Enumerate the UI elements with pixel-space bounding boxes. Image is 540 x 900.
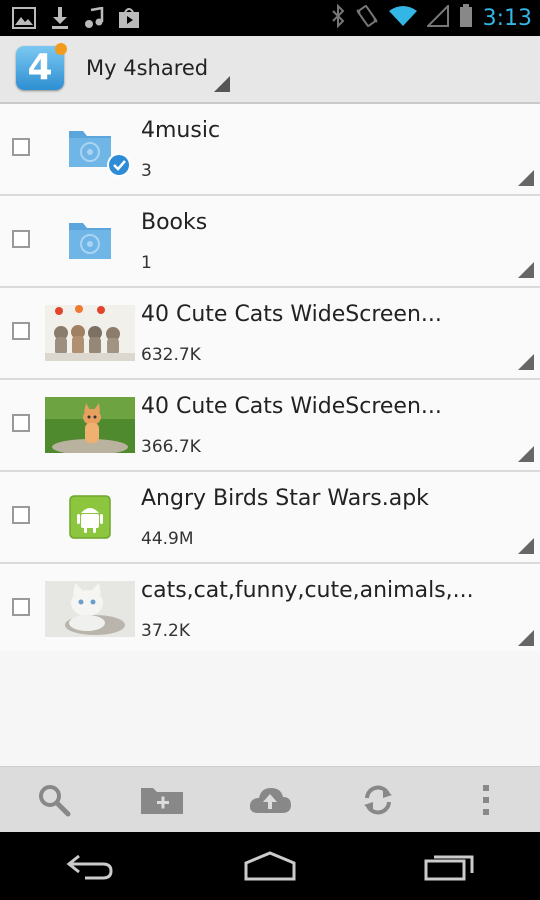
- folder-icon: [45, 213, 135, 269]
- file-name: 40 Cute Cats WideScreen...: [141, 394, 442, 419]
- wifi-icon: [388, 5, 417, 31]
- play-store-icon: [118, 7, 140, 33]
- list-item[interactable]: cats,cat,funny,cute,animals,... 37.2K: [0, 564, 540, 656]
- item-menu-icon[interactable]: [518, 262, 534, 278]
- file-meta: 366.7K: [141, 437, 201, 457]
- list-item[interactable]: 4music 3: [0, 104, 540, 196]
- white-cats-thumbnail: [45, 581, 135, 637]
- list-item[interactable]: Angry Birds Star Wars.apk 44.9M: [0, 472, 540, 564]
- app-logo[interactable]: 4: [16, 43, 67, 90]
- select-checkbox[interactable]: [12, 138, 30, 156]
- navigation-bar: [0, 832, 540, 900]
- item-menu-icon[interactable]: [518, 170, 534, 186]
- gallery-icon: [12, 7, 36, 33]
- select-checkbox[interactable]: [12, 414, 30, 432]
- kitten-thumbnail: [45, 397, 135, 455]
- file-meta: 632.7K: [141, 345, 201, 365]
- overflow-menu-icon[interactable]: [456, 770, 516, 830]
- home-icon[interactable]: [225, 836, 315, 896]
- file-meta: 1: [141, 253, 152, 273]
- item-menu-icon[interactable]: [518, 630, 534, 646]
- signal-icon: [425, 3, 449, 31]
- file-meta: 3: [141, 161, 152, 181]
- clock: 3:13: [482, 5, 532, 31]
- item-menu-icon[interactable]: [518, 538, 534, 554]
- action-bar: 4 My 4shared: [0, 36, 540, 104]
- file-name: Angry Birds Star Wars.apk: [141, 486, 429, 511]
- file-name: Books: [141, 210, 208, 235]
- download-icon: [50, 6, 70, 34]
- recent-apps-icon[interactable]: [405, 836, 495, 896]
- file-meta: 44.9M: [141, 529, 194, 549]
- select-checkbox[interactable]: [12, 598, 30, 616]
- item-menu-icon[interactable]: [518, 446, 534, 462]
- bottom-action-bar: [0, 766, 540, 833]
- list-item[interactable]: Books 1: [0, 196, 540, 288]
- cats-thumbnail: [45, 305, 135, 361]
- list-item[interactable]: 40 Cute Cats WideScreen... 632.7K: [0, 288, 540, 380]
- select-checkbox[interactable]: [12, 322, 30, 340]
- spinner-dropdown-icon[interactable]: [214, 76, 230, 92]
- file-list: 4music 3 Books 1 40 Cute Cats WideScreen…: [0, 104, 540, 656]
- sync-icon[interactable]: [348, 770, 408, 830]
- file-name: 40 Cute Cats WideScreen...: [141, 302, 442, 327]
- item-menu-icon[interactable]: [518, 354, 534, 370]
- bluetooth-icon: [331, 3, 345, 32]
- vibrate-icon: [355, 4, 379, 32]
- file-name: cats,cat,funny,cute,animals,...: [141, 578, 474, 603]
- folder-icon: [45, 121, 135, 177]
- account-spinner[interactable]: My 4shared: [86, 56, 208, 80]
- list-empty-space: [0, 651, 540, 766]
- battery-icon: [459, 4, 473, 32]
- new-folder-icon[interactable]: [132, 770, 192, 830]
- select-checkbox[interactable]: [12, 230, 30, 248]
- status-bar: 3:13: [0, 0, 540, 36]
- file-name: 4music: [141, 118, 221, 143]
- upload-icon[interactable]: [240, 770, 300, 830]
- android-apk-icon: [45, 489, 135, 545]
- list-item[interactable]: 40 Cute Cats WideScreen... 366.7K: [0, 380, 540, 472]
- back-icon[interactable]: [45, 836, 135, 896]
- file-meta: 37.2K: [141, 621, 190, 641]
- search-icon[interactable]: [24, 770, 84, 830]
- music-icon: [84, 6, 104, 33]
- select-checkbox[interactable]: [12, 506, 30, 524]
